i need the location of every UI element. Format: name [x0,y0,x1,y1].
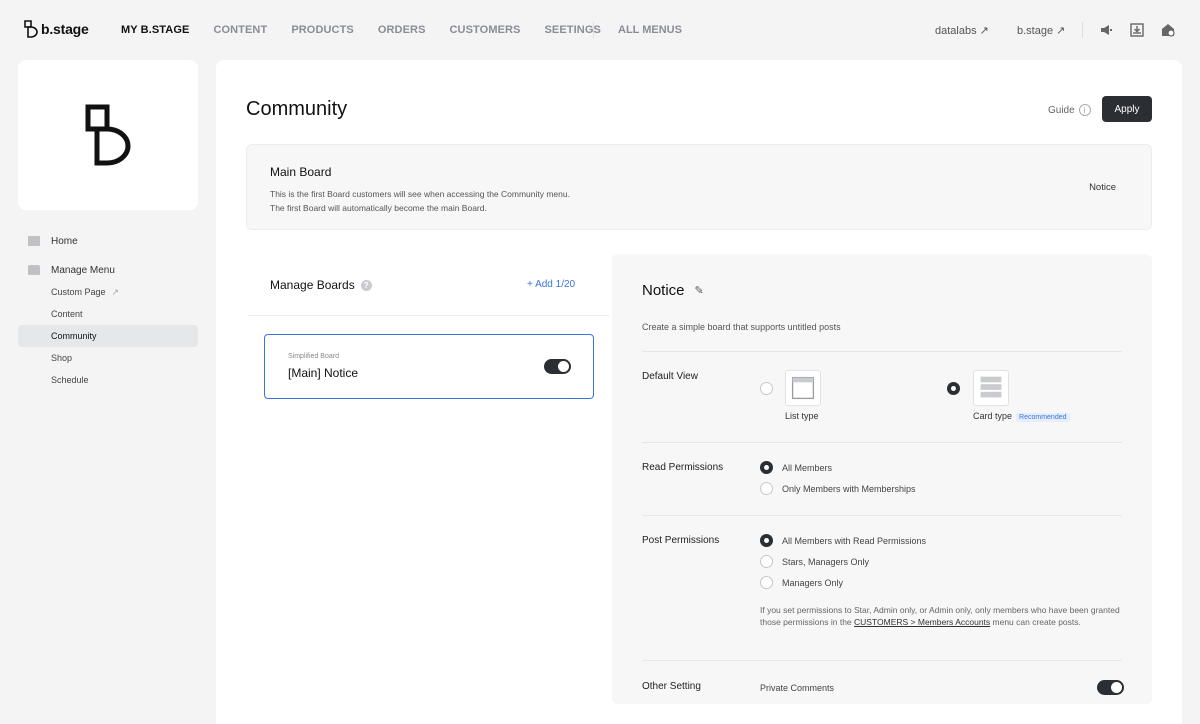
sidebar-sub-content[interactable]: Content [18,303,198,325]
divider [642,351,1122,352]
post-option-label: All Members with Read Permissions [782,536,927,546]
top-nav: b.stage MY B.STAGE CONTENT PRODUCTS ORDE… [0,0,1200,60]
other-setting-label: Other Setting [642,681,701,692]
radio-card-type[interactable] [947,382,960,395]
post-option-label: Managers Only [782,578,844,588]
folder-icon [28,265,40,275]
manage-boards-label: Manage Boards [270,278,355,292]
read-permissions-label: Read Permissions [642,462,724,473]
board-name: [Main] Notice [288,366,359,380]
sidebar-sub-schedule[interactable]: Schedule [18,369,198,391]
sidebar-sub-label: Custom Page [51,287,106,297]
sidebar-item-home[interactable]: Home [18,230,198,252]
board-type: Simplified Board [288,353,339,360]
radio-read-all-members[interactable] [760,461,773,474]
brand-name: b.stage [41,21,89,37]
divider [642,442,1122,443]
store-logo-card [18,60,198,210]
main-board-section: Main Board This is the first Board custo… [246,144,1152,230]
guide-label: Guide [1048,104,1075,116]
nav-divider [593,22,594,38]
radio-post-stars-managers[interactable] [760,555,773,568]
sidebar-item-label: Home [51,235,78,247]
sidebar-menu: Home Manage Menu Custom Page ↗ Content C… [18,230,198,391]
list-type-label: List type [785,411,819,421]
post-permissions-note: If you set permissions to Star, Admin on… [760,604,1130,628]
sidebar-sub-label: Shop [51,353,73,363]
divider [642,515,1122,516]
info-icon: i [1078,104,1091,116]
main-board-description: This is the first Board customers will s… [270,187,570,215]
board-enabled-toggle[interactable] [544,359,571,374]
nav-customers[interactable]: CUSTOMERS [450,24,521,36]
main-board-desc-line: This is the first Board customers will s… [270,189,570,199]
guide-link[interactable]: Guide i [1048,104,1091,116]
radio-post-all-read[interactable] [760,534,773,547]
store-logo-icon [85,104,131,166]
settings-description: Create a simple board that supports unti… [642,322,841,332]
datalabs-link[interactable]: datalabs ↗ [935,24,989,37]
nav-all-menus[interactable]: ALL MENUS [618,24,682,36]
store-settings-icon[interactable] [1161,23,1175,37]
card-type-icon[interactable] [973,370,1009,406]
add-board-button[interactable]: + Add 1/20 [527,279,575,290]
sidebar-sub-label: Community [51,331,97,341]
sidebar-sub-community[interactable]: Community [18,325,198,347]
divider [642,660,1122,661]
default-view-label: Default View [642,371,698,382]
sidebar-sub-custom-page[interactable]: Custom Page ↗ [18,281,198,303]
download-icon[interactable] [1130,23,1144,37]
bstage-link[interactable]: b.stage ↗ [1017,24,1065,37]
private-comments-label: Private Comments [760,683,835,693]
radio-post-managers[interactable] [760,576,773,589]
sidebar-item-manage-menu[interactable]: Manage Menu [18,259,198,281]
post-permissions-label: Post Permissions [642,535,720,546]
card-layout-icon [980,376,1002,398]
radio-read-memberships[interactable] [760,482,773,495]
divider [248,315,610,316]
home-icon [28,236,40,246]
main-panel: Community Guide i Apply Main Board This … [216,60,1182,724]
sidebar-sub-label: Schedule [51,375,89,385]
main-board-value[interactable]: Notice [1089,182,1116,193]
post-option-label: Stars, Managers Only [782,557,870,567]
nav-my-bstage[interactable]: MY B.STAGE [121,24,189,36]
customers-members-link[interactable]: CUSTOMERS > Members Accounts [854,617,990,627]
sidebar-item-label: Manage Menu [51,264,115,276]
list-layout-icon [791,376,815,400]
board-settings-panel: Notice ✎ Create a simple board that supp… [612,254,1152,704]
bstage-logo-icon [24,20,38,38]
private-comments-toggle[interactable] [1097,680,1124,695]
board-card[interactable]: Simplified Board [Main] Notice [264,334,594,399]
pencil-icon[interactable]: ✎ [695,284,704,297]
nav-divider-right [1082,22,1083,38]
read-option-label: Only Members with Memberships [782,484,916,494]
sidebar-sub-label: Content [51,309,83,319]
brand-logo[interactable]: b.stage [24,20,89,38]
manage-boards-title: Manage Boards ? [270,278,372,292]
megaphone-icon[interactable] [1099,23,1113,37]
note-text: menu can create posts. [990,617,1081,627]
main-board-title: Main Board [270,165,332,179]
recommended-badge: Recommended [1016,413,1070,422]
nav-products[interactable]: PRODUCTS [291,24,354,36]
main-board-desc-line: The first Board will automatically becom… [270,203,487,213]
list-type-icon[interactable] [785,370,821,406]
page-title: Community [246,98,348,120]
card-type-text: Card type [973,411,1013,421]
external-link-icon: ↗ [111,286,120,297]
read-option-label: All Members [782,463,833,473]
sidebar-sub-shop[interactable]: Shop [18,347,198,369]
apply-button[interactable]: Apply [1102,96,1152,122]
help-icon[interactable]: ? [360,279,372,291]
card-type-label: Card type Recommended [973,411,1070,422]
settings-title: Notice ✎ [642,282,704,299]
radio-list-type[interactable] [760,382,773,395]
nav-orders[interactable]: ORDERS [378,24,426,36]
settings-title-text: Notice [642,282,685,299]
nav-content[interactable]: CONTENT [213,24,267,36]
